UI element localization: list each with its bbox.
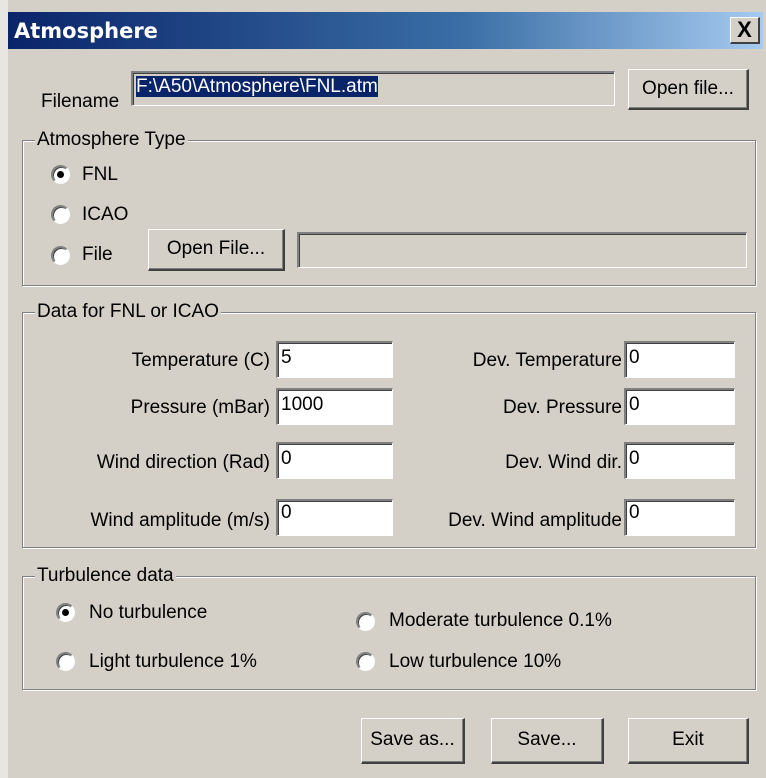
radio-file[interactable] [51, 246, 70, 265]
filename-label: Filename [41, 91, 120, 112]
dev-wind-amplitude-value: 0 [629, 502, 640, 523]
radio-low-turbulence-label: Low turbulence 10% [389, 651, 562, 672]
dev-wind-dir-value: 0 [629, 448, 640, 469]
radio-file-label: File [82, 244, 113, 265]
save-button[interactable]: Save... [491, 718, 604, 764]
exit-label: Exit [672, 729, 704, 750]
radio-icao[interactable] [51, 205, 70, 224]
radio-no-turbulence[interactable] [56, 603, 75, 622]
wind-direction-value: 0 [281, 448, 292, 469]
close-icon: X [737, 17, 752, 42]
radio-fnl-label: FNL [82, 164, 118, 185]
pressure-input[interactable]: 1000 [276, 388, 393, 425]
wind-direction-input[interactable]: 0 [276, 442, 393, 479]
dev-temperature-value: 0 [629, 347, 640, 368]
dev-pressure-value: 0 [629, 394, 640, 415]
title-bar[interactable]: Atmosphere X [8, 12, 763, 49]
radio-moderate-turbulence[interactable] [356, 612, 375, 631]
window-frame [0, 0, 8, 778]
radio-light-turbulence-label: Light turbulence 1% [89, 651, 257, 672]
exit-button[interactable]: Exit [628, 718, 749, 764]
fnl-data-title: Data for FNL or ICAO [35, 301, 221, 323]
close-button[interactable]: X [730, 17, 760, 44]
dev-wind-amplitude-label: Dev. Wind amplitude [448, 510, 622, 531]
radio-fnl[interactable] [51, 165, 70, 184]
dev-wind-amplitude-input[interactable]: 0 [624, 499, 735, 536]
radio-moderate-turbulence-label: Moderate turbulence 0.1% [389, 610, 612, 631]
atmosphere-file-path[interactable] [297, 232, 747, 268]
filename-value: F:\A50\Atmosphere\FNL.atm [136, 76, 378, 97]
save-as-button[interactable]: Save as... [361, 718, 465, 764]
dev-temperature-input[interactable]: 0 [624, 341, 735, 378]
pressure-label: Pressure (mBar) [130, 397, 270, 418]
open-file-button[interactable]: Open file... [628, 69, 749, 110]
wind-direction-label: Wind direction (Rad) [96, 452, 270, 473]
wind-amplitude-input[interactable]: 0 [276, 499, 393, 536]
save-as-label: Save as... [370, 729, 455, 750]
dev-temperature-label: Dev. Temperature [472, 350, 622, 371]
open-file-button-label: Open file... [642, 78, 734, 99]
turbulence-title: Turbulence data [35, 565, 176, 587]
radio-light-turbulence[interactable] [56, 652, 75, 671]
filename-field[interactable]: F:\A50\Atmosphere\FNL.atm [131, 71, 615, 106]
radio-low-turbulence[interactable] [356, 652, 375, 671]
atmosphere-type-title: Atmosphere Type [35, 129, 188, 151]
radio-icao-label: ICAO [82, 204, 129, 225]
wind-amplitude-label: Wind amplitude (m/s) [90, 510, 271, 531]
temperature-input[interactable]: 5 [276, 341, 393, 378]
temperature-label: Temperature (C) [131, 350, 270, 371]
save-label: Save... [517, 729, 577, 750]
window-title: Atmosphere [14, 19, 158, 43]
radio-no-turbulence-label: No turbulence [89, 602, 208, 623]
open-atmosphere-file-label: Open File... [166, 238, 266, 259]
open-atmosphere-file-button[interactable]: Open File... [148, 229, 285, 271]
pressure-value: 1000 [281, 394, 324, 415]
dev-wind-dir-label: Dev. Wind dir. [505, 452, 622, 473]
dev-pressure-input[interactable]: 0 [624, 388, 735, 425]
dev-pressure-label: Dev. Pressure [503, 397, 622, 418]
atmosphere-window: Atmosphere X Filename F:\A50\Atmosphere\… [0, 0, 766, 778]
dev-wind-dir-input[interactable]: 0 [624, 442, 735, 479]
wind-amplitude-value: 0 [281, 502, 292, 523]
temperature-value: 5 [281, 347, 292, 368]
